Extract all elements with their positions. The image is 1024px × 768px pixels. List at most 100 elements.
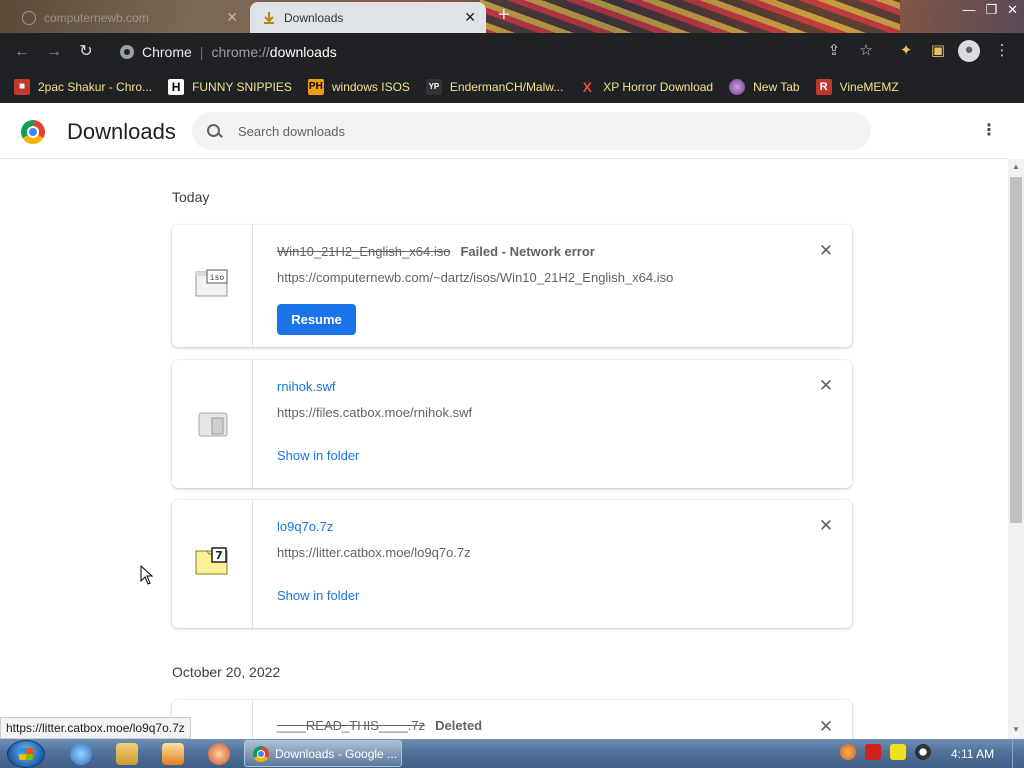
globe-icon [729, 78, 746, 95]
side-panel-icon[interactable]: ▣ [928, 41, 948, 61]
file-icon-column [172, 360, 253, 488]
back-arrow-icon[interactable]: ← [12, 42, 32, 62]
svg-text:iso: iso [210, 273, 225, 282]
bookmark-2pac[interactable]: ■ 2pac Shakur - Chro... [14, 78, 153, 95]
show-desktop-button[interactable] [1012, 739, 1024, 768]
bookmark-label: windows ISOS [331, 79, 410, 94]
mouse-cursor-icon [140, 565, 154, 585]
download-status: Failed - Network error [460, 244, 595, 259]
yp-logo-icon: YP [425, 78, 442, 95]
bookmark-label: VineMEMZ [839, 79, 899, 94]
media-player-icon[interactable] [162, 743, 184, 765]
reload-icon[interactable]: ↻ [76, 42, 96, 62]
bookmark-star-icon[interactable]: ☆ [856, 41, 876, 61]
file-icon-column: iso [172, 225, 253, 347]
search-box[interactable] [192, 112, 871, 150]
omnibox-label: Chrome [142, 44, 192, 60]
taskbar-window-title: Downloads - Google ... [275, 746, 398, 761]
url-path: downloads [269, 44, 337, 60]
system-tray [840, 744, 931, 760]
scroll-up-arrow-icon[interactable]: ▲ [1012, 162, 1020, 171]
remove-from-list-icon[interactable]: ✕ [818, 718, 834, 735]
close-window-icon[interactable]: ✕ [1007, 2, 1018, 18]
download-filename-line: Win10_21H2_English_x64.iso Failed - Netwo… [277, 244, 595, 259]
page-scrollbar[interactable]: ▲ ▼ [1008, 159, 1024, 739]
download-url[interactable]: https://files.catbox.moe/rnihok.swf [277, 405, 472, 420]
address-bar[interactable]: Chrome | chrome://downloads [108, 38, 888, 66]
close-tab-icon[interactable]: ✕ [464, 9, 476, 25]
tab-strip: computernewb.com ✕ Downloads ✕ + — ❐ ✕ [0, 0, 1024, 33]
scrollbar-thumb[interactable] [1010, 177, 1022, 523]
resume-button[interactable]: Resume [277, 304, 356, 335]
omnibox-separator: | [199, 44, 204, 60]
new-tab-icon[interactable]: + [498, 4, 510, 27]
download-item: 7 lo9q7o.7z https://litter.catbox.moe/lo… [172, 500, 852, 628]
more-actions-icon[interactable]: ⋮ [981, 123, 997, 139]
internet-explorer-icon[interactable] [70, 743, 92, 765]
app-icon[interactable] [208, 743, 230, 765]
file-explorer-icon[interactable] [116, 743, 138, 765]
downloads-header: Downloads ⋮ [0, 103, 1008, 159]
bookmark-new-tab[interactable]: New Tab [729, 78, 800, 95]
bookmark-label: XP Horror Download [603, 79, 714, 94]
download-status: Deleted [435, 718, 483, 733]
briefcase-icon: ■ [14, 78, 30, 95]
close-tab-icon[interactable]: ✕ [226, 9, 238, 25]
restore-icon[interactable]: ❐ [985, 2, 997, 18]
taskbar-chrome-window[interactable]: Downloads - Google ... [244, 740, 402, 767]
x-logo-icon: X [582, 78, 592, 95]
download-filename-line: lo9q7o.7z [277, 519, 333, 534]
show-in-folder-link[interactable]: Show in folder [277, 588, 359, 603]
taskbar-clock[interactable]: 4:11 AM [951, 747, 994, 761]
start-button[interactable] [7, 740, 45, 768]
tab-downloads[interactable]: Downloads ✕ [250, 2, 486, 33]
search-input[interactable] [238, 123, 838, 139]
profile-avatar-icon[interactable]: ● [958, 40, 980, 62]
forward-arrow-icon[interactable]: → [44, 42, 64, 62]
file-icon-column: 7 [172, 500, 253, 628]
share-icon[interactable]: ⇪ [824, 41, 844, 61]
search-icon[interactable] [206, 123, 222, 139]
download-url[interactable]: https://computernewb.com/~dartz/isos/Win… [277, 270, 673, 285]
chrome-menu-icon[interactable]: ⋮ [992, 41, 1012, 61]
download-filename: ____READ_THIS____.7z [277, 718, 426, 733]
theme-background [480, 0, 900, 33]
bookmark-windows-isos[interactable]: PH windows ISOS [307, 78, 410, 95]
ph-logo-icon: PH [307, 78, 324, 95]
tray-flag-icon[interactable] [865, 744, 881, 760]
bookmark-label: EndermanCH/Malw... [449, 79, 564, 94]
download-filename-link[interactable]: rnihok.swf [277, 379, 336, 394]
bookmark-funny-snippies[interactable]: H FUNNY SNIPPIES [168, 78, 292, 95]
tab-computernewb[interactable]: computernewb.com ✕ [10, 2, 248, 33]
download-filename-line: rnihok.swf [277, 379, 336, 394]
download-item: iso Win10_21H2_English_x64.iso Failed - N… [172, 225, 852, 347]
show-in-folder-link[interactable]: Show in folder [277, 448, 359, 463]
remove-from-list-icon[interactable]: ✕ [818, 517, 834, 534]
r-logo-icon: R [815, 78, 832, 95]
download-icon [262, 11, 276, 25]
tray-notification-icon[interactable] [890, 744, 906, 760]
minimize-icon[interactable]: — [962, 2, 975, 18]
link-status-bubble: https://litter.catbox.moe/lo9q7o.7z [0, 717, 191, 739]
browser-toolbar: ← → ↻ Chrome | chrome://downloads ⇪ ☆ ✦ … [0, 33, 1024, 70]
download-url[interactable]: https://litter.catbox.moe/lo9q7o.7z [277, 545, 471, 560]
window-controls: — ❐ ✕ [962, 2, 1018, 18]
scroll-down-arrow-icon[interactable]: ▼ [1012, 725, 1020, 734]
remove-from-list-icon[interactable]: ✕ [818, 377, 834, 394]
bookmark-label: FUNNY SNIPPIES [192, 79, 292, 94]
download-filename-link[interactable]: lo9q7o.7z [277, 519, 333, 534]
globe-icon [22, 10, 36, 25]
bookmark-vinememz[interactable]: R VineMEMZ [815, 78, 899, 95]
bookmark-label: 2pac Shakur - Chro... [38, 79, 153, 94]
tray-volume-icon[interactable] [915, 744, 931, 760]
date-heading-october-20-2022: October 20, 2022 [172, 664, 281, 680]
download-filename: Win10_21H2_English_x64.iso [277, 244, 451, 259]
bookmark-xp-horror[interactable]: X XP Horror Download [579, 78, 714, 95]
swf-file-icon [198, 412, 228, 437]
remove-from-list-icon[interactable]: ✕ [818, 242, 834, 259]
tray-search-icon[interactable] [840, 744, 856, 760]
chrome-site-icon [120, 45, 134, 59]
bookmark-endermanch[interactable]: YP EndermanCH/Malw... [425, 78, 564, 95]
extensions-puzzle-icon[interactable]: ✦ [896, 41, 916, 61]
svg-text:7: 7 [215, 549, 223, 562]
